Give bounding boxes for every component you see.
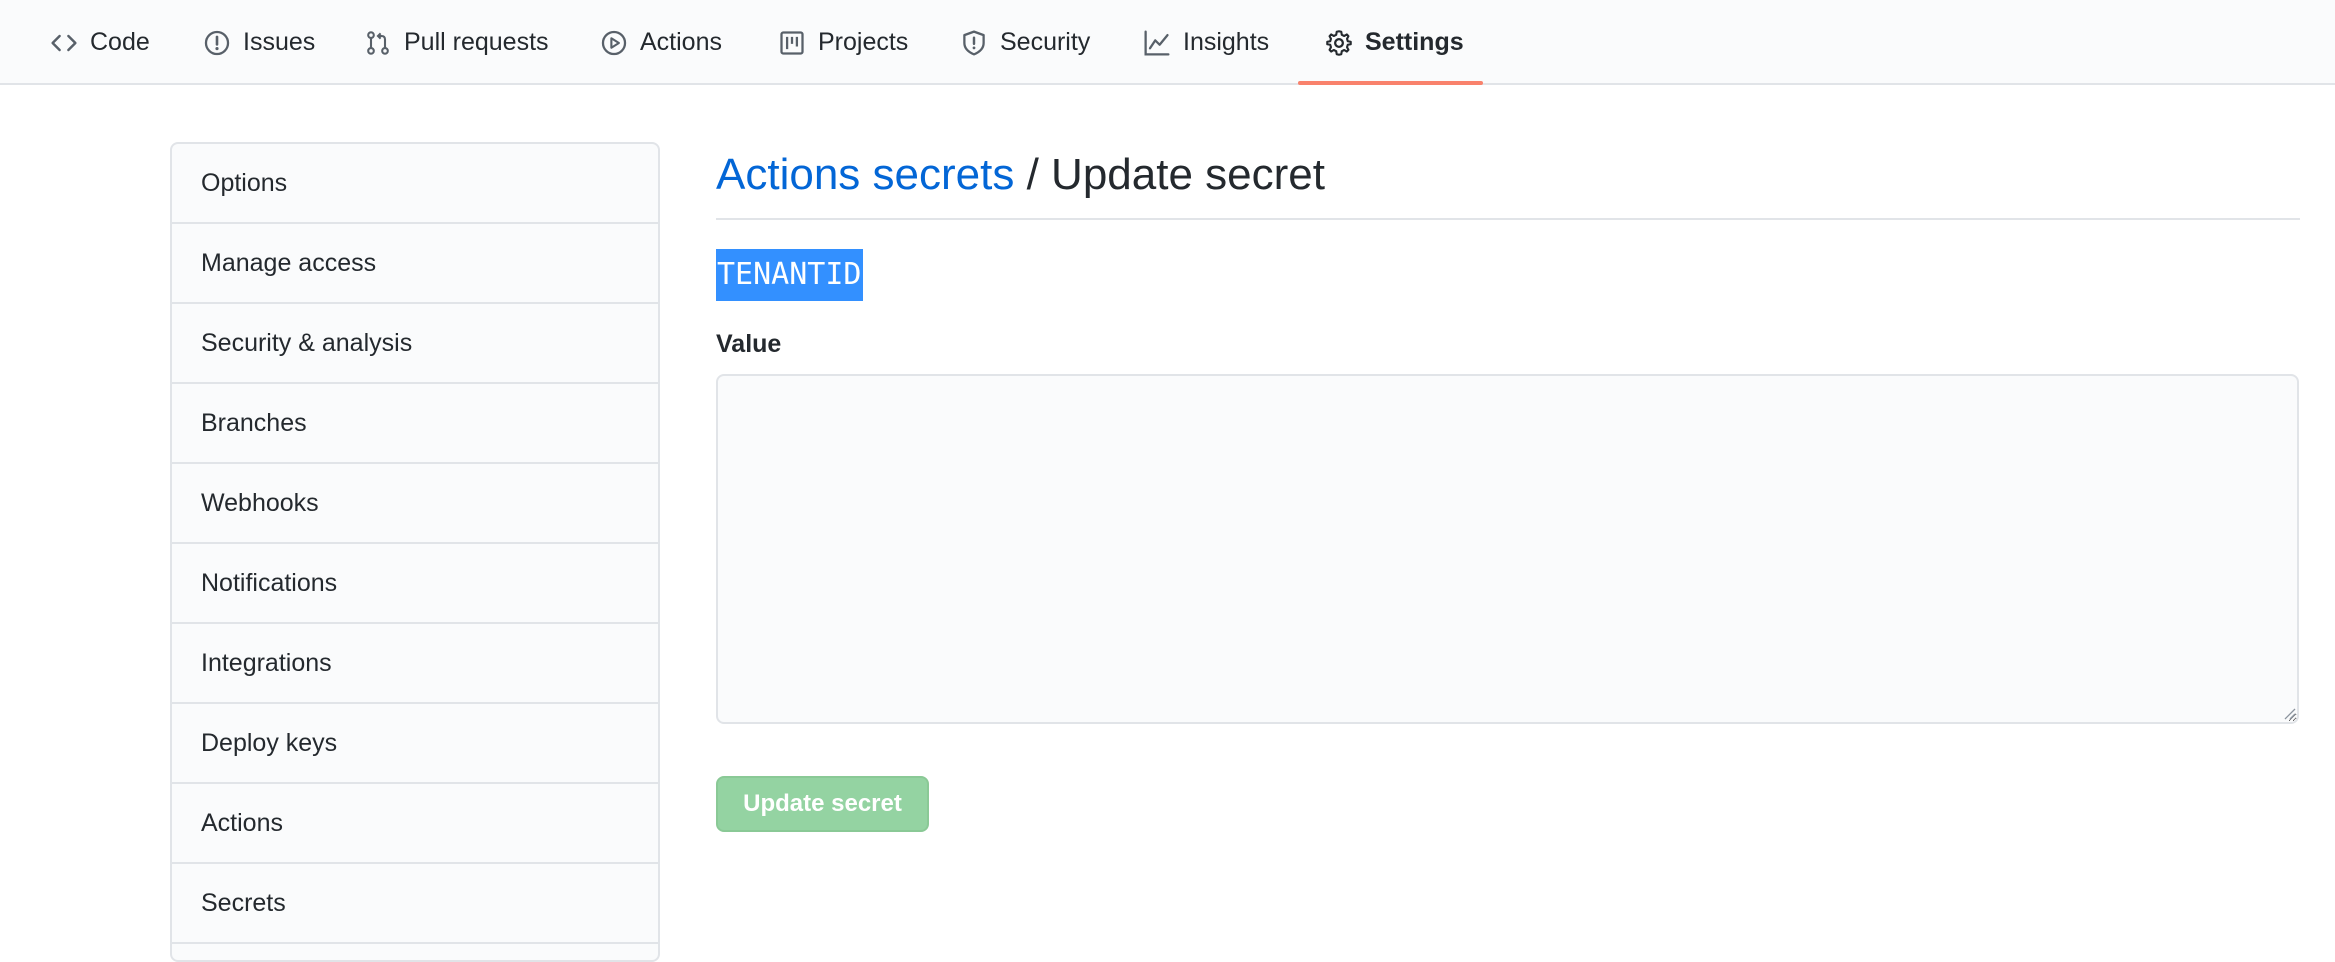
play-icon [600,29,628,57]
git-pull-request-icon [364,29,392,57]
tab-label: Code [90,28,150,56]
sidebar-item-secrets[interactable]: Secrets [172,864,658,944]
code-icon [50,29,78,57]
sidebar-item-notifications[interactable]: Notifications [172,544,658,624]
tab-label: Pull requests [404,28,549,56]
tab-settings[interactable]: Settings [1325,0,1464,85]
tab-insights[interactable]: Insights [1143,0,1269,85]
sidebar-item-actions[interactable]: Actions [172,784,658,864]
update-secret-button[interactable]: Update secret [716,776,929,832]
sidebar-item-webhooks[interactable]: Webhooks [172,464,658,544]
issue-opened-icon [203,29,231,57]
tab-issues[interactable]: Issues [203,0,315,85]
secret-value-textarea[interactable] [716,374,2299,724]
breadcrumb: Actions secrets / Update secret [716,140,2300,220]
sidebar-item-manage-access[interactable]: Manage access [172,224,658,304]
graph-icon [1143,29,1171,57]
sidebar-item-security-analysis[interactable]: Security & analysis [172,304,658,384]
tab-projects[interactable]: Projects [778,0,908,85]
project-icon [778,29,806,57]
tab-actions[interactable]: Actions [600,0,722,85]
tab-label: Settings [1365,28,1464,56]
sidebar-item-deploy-keys[interactable]: Deploy keys [172,704,658,784]
tab-label: Actions [640,28,722,56]
tab-code[interactable]: Code [50,0,150,85]
sidebar-item-integrations[interactable]: Integrations [172,624,658,704]
sidebar-item-branches[interactable]: Branches [172,384,658,464]
shield-icon [960,29,988,57]
resize-grip-icon[interactable] [2282,706,2296,720]
page-title: Update secret [1051,150,1325,199]
selected-tab-indicator [1298,81,1483,85]
value-label: Value [716,330,782,358]
breadcrumb-link-actions-secrets[interactable]: Actions secrets [716,150,1014,199]
tab-label: Projects [818,28,909,56]
tab-label: Insights [1183,28,1270,56]
secret-name: TENANTID [716,249,863,301]
tab-label: Issues [243,28,316,56]
tab-pull-requests[interactable]: Pull requests [364,0,549,85]
gear-icon [1325,29,1353,57]
breadcrumb-separator: / [1026,150,1039,199]
repo-nav: Code Issues Pull requests Actions Projec… [0,0,2335,85]
sidebar-item-options[interactable]: Options [172,144,658,224]
settings-sidebar: Options Manage access Security & analysi… [170,142,660,962]
tab-security[interactable]: Security [960,0,1090,85]
tab-label: Security [1000,28,1091,56]
